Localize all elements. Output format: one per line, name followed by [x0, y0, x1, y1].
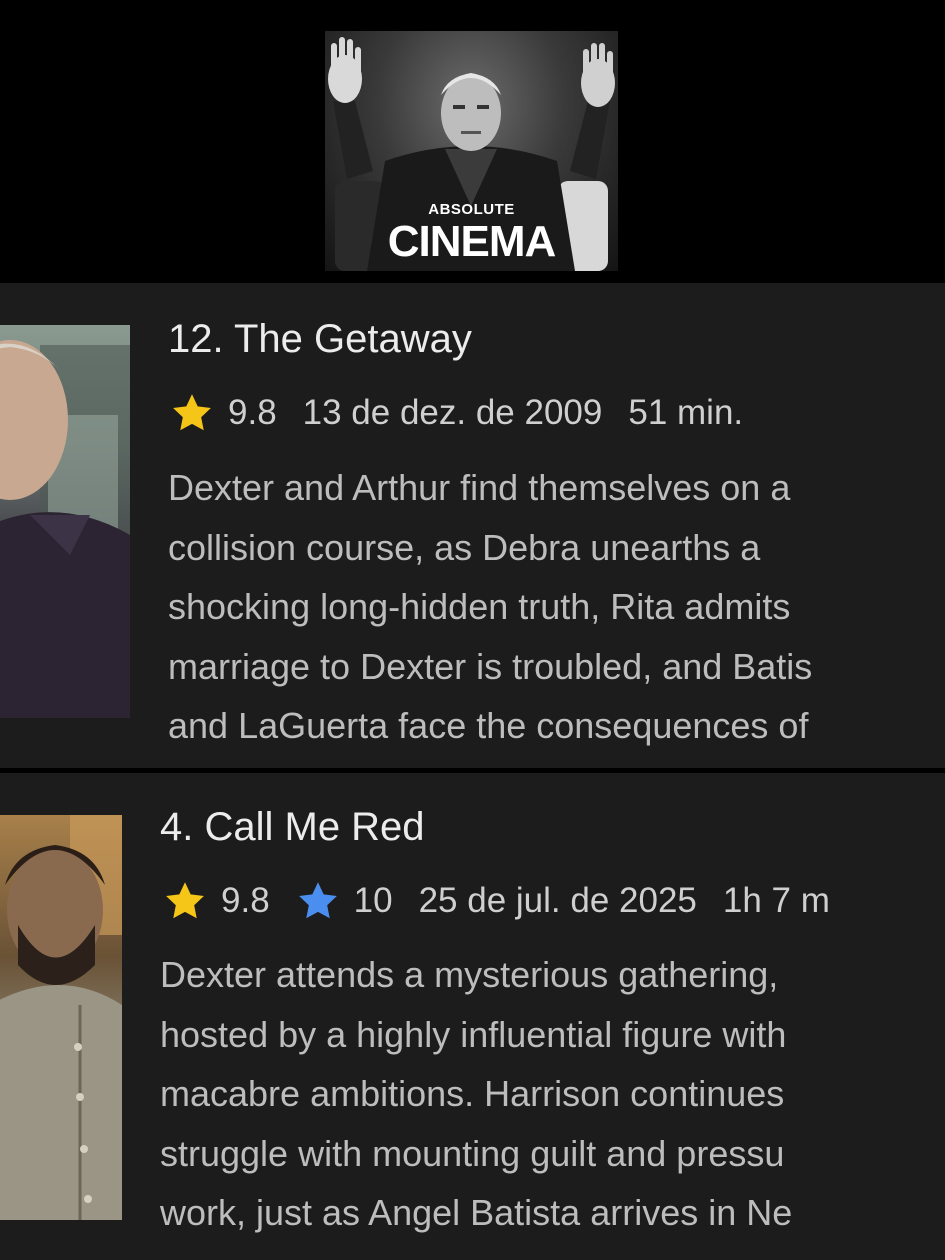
episode-thumbnail[interactable]	[0, 815, 122, 1220]
description-line: shocking long-hidden truth, Rita admits	[168, 586, 791, 627]
thumbnail-illustration	[0, 815, 122, 1220]
description-line: Dexter attends a mysterious gathering,	[160, 954, 779, 995]
description-line: Dexter and Arthur find themselves on a	[168, 467, 791, 508]
user-rating-star-icon[interactable]	[296, 879, 340, 923]
screen: ABSOLUTE CINEMA 12. The Getaway 9.8 13 d…	[0, 0, 945, 1260]
meme-caption-big: CINEMA	[387, 217, 557, 266]
rating-star-shape	[173, 394, 211, 431]
description-line: collision course, as Debra unearths a	[168, 526, 761, 568]
episode-title[interactable]: 12. The Getaway	[168, 317, 472, 362]
episode-card[interactable]: 4. Call Me Red 9.8 10 25 de jul. de 2025…	[0, 773, 945, 1260]
episode-meta: 9.8 10 25 de jul. de 2025 1h 7 m	[163, 879, 856, 923]
episode-meta: 9.8 13 de dez. de 2009 51 min.	[170, 391, 769, 435]
thumbnail-illustration	[0, 340, 130, 718]
rating-star-shape	[166, 882, 204, 919]
description-line: struggle with mounting guilt and pressu	[160, 1132, 785, 1174]
user-rating[interactable]: 10	[354, 881, 393, 921]
absolute-cinema-meme-image: ABSOLUTE CINEMA	[325, 31, 618, 271]
episode-thumbnail[interactable]	[0, 325, 130, 718]
description-line: macabre ambitions. Harrison continues	[160, 1073, 785, 1114]
runtime: 1h 7 m	[722, 881, 830, 920]
star-icon	[173, 394, 211, 431]
meme-caption-small: ABSOLUTE	[428, 201, 515, 218]
air-date: 25 de jul. de 2025	[418, 881, 697, 920]
episode-description: Dexter and Arthur find themselves on a c…	[168, 458, 812, 756]
imdb-rating: 9.8	[228, 393, 277, 432]
imdb-rating: 9.8	[221, 881, 270, 920]
description-line: and LaGuerta face the consequences of	[168, 705, 809, 746]
description-line: work, just as Angel Batista arrives in N…	[160, 1192, 793, 1233]
episode-description: Dexter attends a mysterious gathering, h…	[160, 945, 792, 1243]
runtime: 51 min.	[628, 393, 744, 432]
air-date: 13 de dez. de 2009	[302, 393, 603, 432]
description-line: marriage to Dexter is troubled, and Bati…	[168, 645, 813, 687]
episode-title[interactable]: 4. Call Me Red	[160, 805, 425, 850]
episode-card[interactable]: 12. The Getaway 9.8 13 de dez. de 2009 5…	[0, 283, 945, 768]
description-line: hosted by a highly influential figure wi…	[160, 1013, 787, 1055]
user-rating-star-shape	[298, 882, 337, 919]
star-icon	[166, 882, 204, 919]
